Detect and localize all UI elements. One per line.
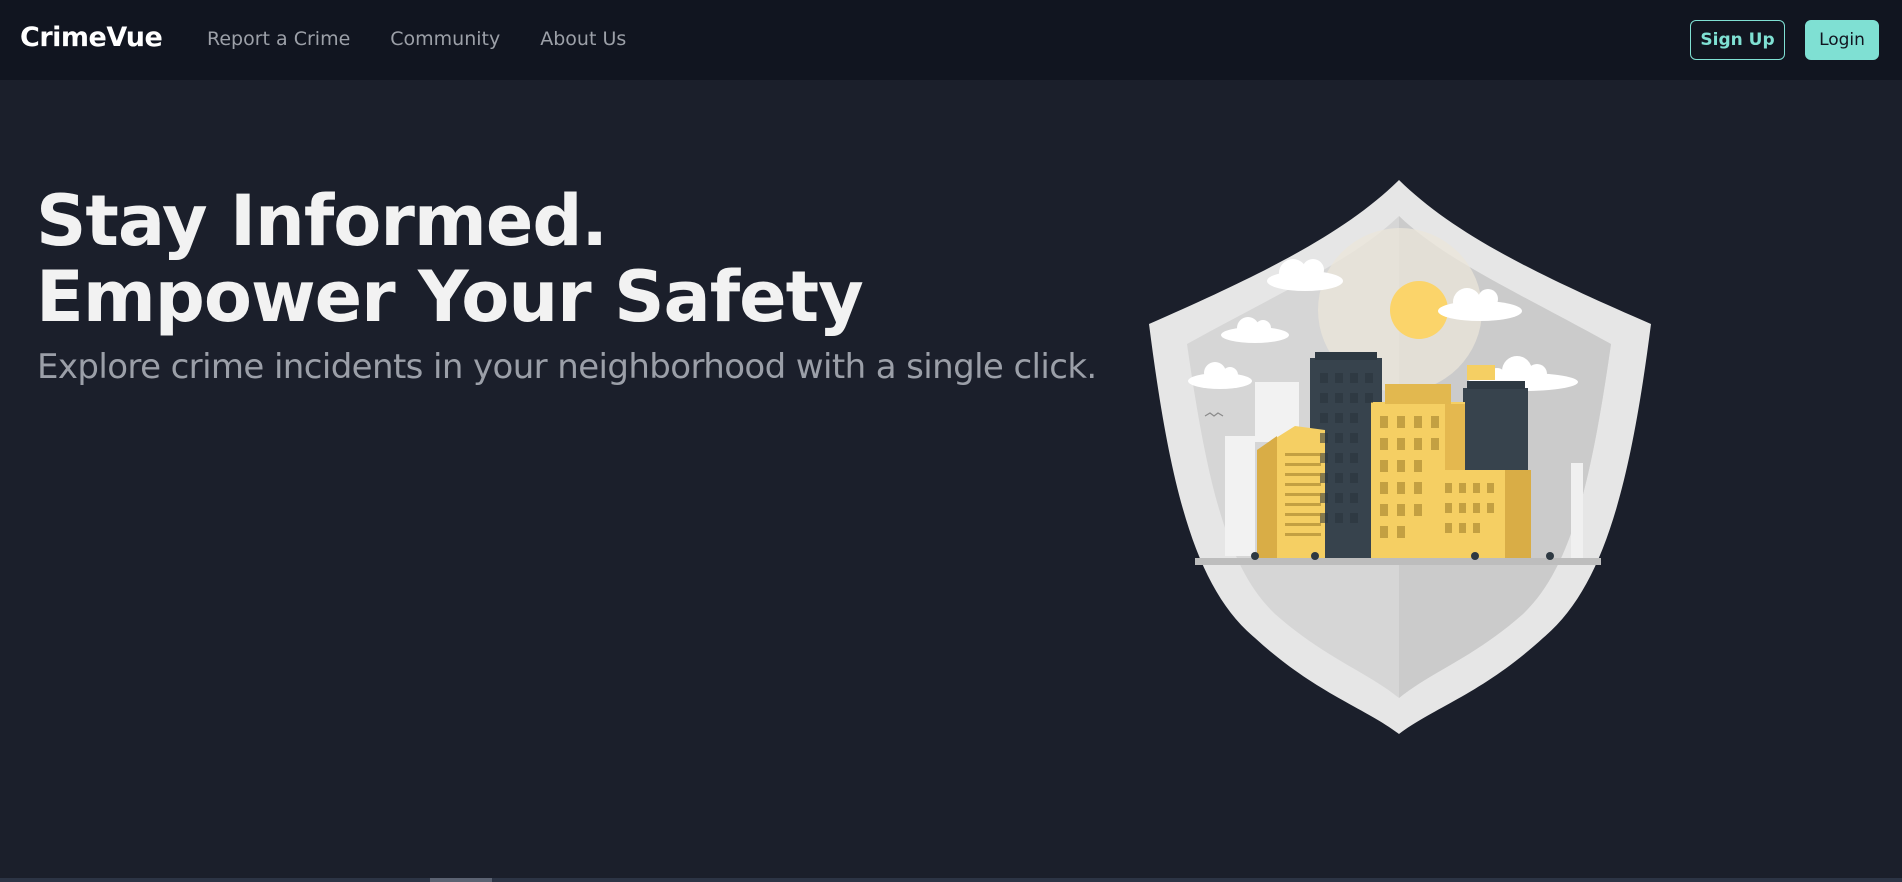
- hero-title-line-2: Empower Your Safety: [36, 256, 864, 338]
- nav-links: Report a Crime Community About Us: [207, 28, 666, 50]
- login-button[interactable]: Login: [1805, 20, 1879, 60]
- hero-subtitle: Explore crime incidents in your neighbor…: [37, 347, 1097, 387]
- hero-title-line-1: Stay Informed.: [36, 180, 608, 262]
- hero-title: Stay Informed. Empower Your Safety: [36, 180, 864, 338]
- nav-link-community[interactable]: Community: [390, 28, 500, 50]
- signup-button[interactable]: Sign Up: [1690, 20, 1785, 60]
- brand-logo[interactable]: CrimeVue: [20, 22, 163, 53]
- nav-link-about-us[interactable]: About Us: [540, 28, 626, 50]
- top-navbar: CrimeVue Report a Crime Community About …: [0, 0, 1902, 80]
- bottom-scroll-track[interactable]: [0, 878, 1902, 882]
- city-shield-illustration: [1149, 180, 1651, 734]
- nav-link-report-a-crime[interactable]: Report a Crime: [207, 28, 350, 50]
- horizontal-scroll-thumb[interactable]: [430, 878, 492, 882]
